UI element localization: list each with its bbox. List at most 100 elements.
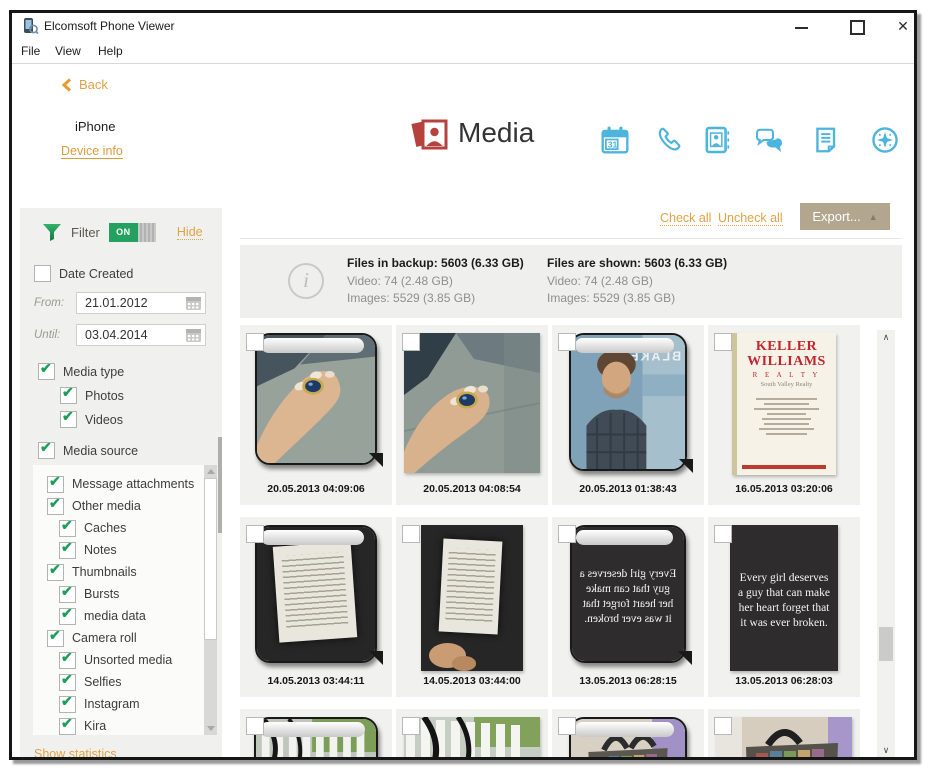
media-item[interactable]: 14.05.2013 03:44:11 <box>240 517 392 697</box>
main-scrollbar[interactable]: ∧ ∨ <box>877 330 895 758</box>
source-checkbox[interactable]: ✔ <box>47 630 64 647</box>
source-checkbox[interactable]: ✔ <box>47 564 64 581</box>
media-item[interactable] <box>708 709 860 760</box>
scrollbar-thumb[interactable] <box>879 627 893 661</box>
media-item[interactable] <box>552 709 704 760</box>
phone-icon[interactable] <box>653 125 683 155</box>
media-item-checkbox[interactable] <box>402 525 420 543</box>
media-item-checkbox[interactable] <box>558 333 576 351</box>
source-checkbox[interactable]: ✔ <box>47 498 64 515</box>
media-thumbnail <box>421 525 523 671</box>
date-until-row: Until: 03.04.2014 <box>34 323 222 346</box>
media-source-list: ✔Message attachments ✔Other media ✔Cache… <box>33 465 217 735</box>
media-item-checkbox[interactable] <box>246 525 264 543</box>
media-item[interactable]: 14.05.2013 03:44:00 <box>396 517 548 697</box>
filter-toggle[interactable]: ON <box>109 223 156 242</box>
scroll-down-icon[interactable] <box>207 726 215 731</box>
scroll-up-icon[interactable]: ∧ <box>877 332 895 343</box>
close-button[interactable]: ✕ <box>890 17 916 35</box>
media-thumbnail <box>716 717 852 760</box>
media-item-checkbox[interactable] <box>558 525 576 543</box>
source-checkbox[interactable]: ✔ <box>59 520 76 537</box>
media-source-checkbox[interactable]: ✔ <box>38 442 55 459</box>
source-checkbox[interactable]: ✔ <box>59 608 76 625</box>
back-chevron-icon <box>62 78 72 92</box>
menu-bar: File View Help <box>12 40 914 64</box>
maximize-button[interactable] <box>844 17 870 35</box>
media-thumbnail <box>404 717 540 760</box>
media-type-checkbox[interactable]: ✔ <box>38 363 55 380</box>
source-item: ✔Instagram <box>59 693 217 715</box>
toggle-on-label: ON <box>109 223 138 242</box>
back-button[interactable]: Back <box>62 77 108 92</box>
media-thumbnail <box>254 717 378 760</box>
filter-media-source: ✔ Media source <box>38 442 222 459</box>
filter-media-type: ✔ Media type <box>38 363 222 380</box>
hide-filter-link[interactable]: Hide <box>177 225 203 240</box>
notes-icon[interactable] <box>811 125 841 155</box>
media-item[interactable]: KELLER WILLIAMS R E A L T Y South Valley… <box>708 325 860 505</box>
media-item-checkbox[interactable] <box>246 333 264 351</box>
media-item-checkbox[interactable] <box>402 717 420 735</box>
media-item[interactable]: 20.05.2013 04:08:54 <box>396 325 548 505</box>
minimize-button[interactable] <box>788 17 814 35</box>
sidebar-scrollbar-thumb[interactable] <box>218 437 222 533</box>
back-label: Back <box>79 77 108 92</box>
device-info-link[interactable]: Device info <box>61 144 123 159</box>
media-item[interactable] <box>396 709 548 760</box>
media-item[interactable] <box>240 709 392 760</box>
compass-icon[interactable] <box>870 125 900 155</box>
media-item-checkbox[interactable] <box>246 717 264 735</box>
media-item[interactable]: 20.05.2013 04:09:06 <box>240 325 392 505</box>
source-item: ✔Other media <box>47 495 217 517</box>
messages-icon[interactable] <box>753 125 783 155</box>
source-item: ✔Notes <box>59 539 217 561</box>
scroll-down-icon[interactable]: ∨ <box>877 745 895 756</box>
date-created-label: Date Created <box>59 267 133 281</box>
calendar-picker-icon[interactable] <box>185 327 202 343</box>
check-all-link[interactable]: Check all <box>660 211 711 226</box>
source-checkbox[interactable]: ✔ <box>59 674 76 691</box>
source-list-scrollbar[interactable] <box>204 465 217 735</box>
source-item: ✔Selfies <box>59 671 217 693</box>
photos-checkbox[interactable]: ✔ <box>60 387 77 404</box>
media-item-checkbox[interactable] <box>714 525 732 543</box>
media-item-checkbox[interactable] <box>714 717 732 735</box>
title-bar: Elcomsoft Phone Viewer ✕ <box>12 13 914 40</box>
videos-checkbox[interactable]: ✔ <box>60 411 77 428</box>
toolbar-separator <box>240 238 902 239</box>
media-thumbnail: Every girl deserves a guy that can make … <box>730 525 838 671</box>
media-item-checkbox[interactable] <box>402 333 420 351</box>
media-item-date: 20.05.2013 01:38:43 <box>552 483 704 495</box>
date-until-input[interactable]: 03.04.2014 <box>76 324 206 346</box>
date-created-checkbox[interactable] <box>34 265 51 282</box>
menu-view[interactable]: View <box>55 44 81 58</box>
date-from-input[interactable]: 21.01.2012 <box>76 292 206 314</box>
media-thumbnail: BLAKE <box>569 333 687 471</box>
info-icon: i <box>288 263 324 299</box>
source-checkbox[interactable]: ✔ <box>59 718 76 735</box>
menu-file[interactable]: File <box>21 44 40 58</box>
media-thumbnail <box>255 525 377 663</box>
source-checkbox[interactable]: ✔ <box>59 652 76 669</box>
source-item: ✔Bursts <box>59 583 217 605</box>
calendar-icon[interactable]: 31 <box>600 125 630 155</box>
source-checkbox[interactable]: ✔ <box>59 542 76 559</box>
show-statistics-link[interactable]: Show statistics <box>34 747 117 760</box>
media-item-checkbox[interactable] <box>558 717 576 735</box>
scrollbar-thumb[interactable] <box>204 478 217 640</box>
scroll-up-icon[interactable] <box>207 469 215 474</box>
media-item[interactable]: Every girl deserves a guy that can make … <box>708 517 860 697</box>
menu-help[interactable]: Help <box>98 44 123 58</box>
media-item-checkbox[interactable] <box>714 333 732 351</box>
calendar-picker-icon[interactable] <box>185 295 202 311</box>
uncheck-all-link[interactable]: Uncheck all <box>718 211 783 226</box>
source-checkbox[interactable]: ✔ <box>47 476 64 493</box>
contacts-icon[interactable] <box>702 125 732 155</box>
media-item[interactable]: Every girl deserves a guy that can make … <box>552 517 704 697</box>
export-button[interactable]: Export... ▲ <box>800 203 890 230</box>
source-checkbox[interactable]: ✔ <box>59 586 76 603</box>
source-item: ✔Unsorted media <box>59 649 217 671</box>
media-item[interactable]: BLAKE 20.05.2013 01:38:43 <box>552 325 704 505</box>
source-checkbox[interactable]: ✔ <box>59 696 76 713</box>
